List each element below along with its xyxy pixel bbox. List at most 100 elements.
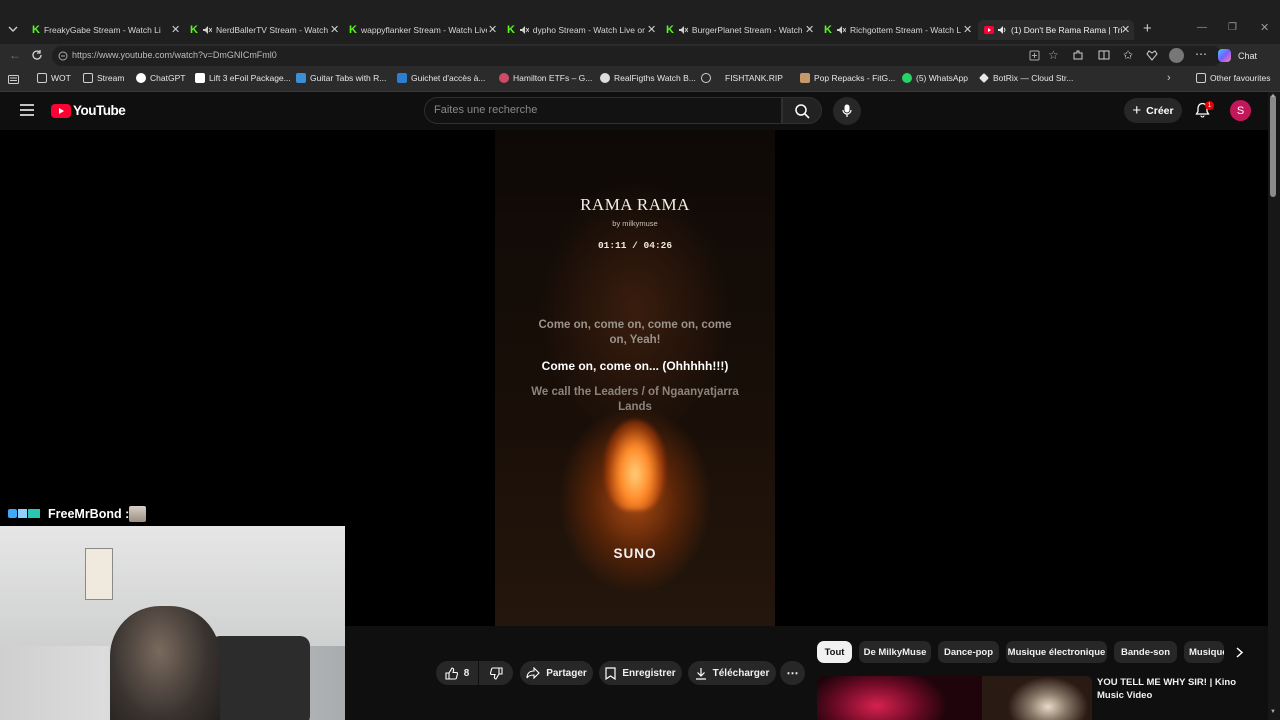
bookmark-item[interactable]: Lift 3 eFoil Package... bbox=[195, 73, 291, 83]
favorites-icon[interactable]: ✩ bbox=[1123, 48, 1133, 62]
extensions-icon[interactable] bbox=[1072, 49, 1084, 61]
muted-speaker-icon bbox=[519, 26, 529, 34]
collections-icon[interactable] bbox=[8, 75, 19, 84]
close-tab-icon[interactable]: ✕ bbox=[488, 23, 497, 36]
minimize-window-icon[interactable]: — bbox=[1197, 22, 1207, 33]
url-text[interactable]: https://www.youtube.com/watch?v=DmGNICmF… bbox=[72, 50, 277, 60]
search-icon bbox=[795, 104, 810, 119]
page-scrollbar-thumb[interactable] bbox=[1270, 95, 1276, 197]
share-button[interactable]: Partager bbox=[520, 661, 593, 685]
close-tab-icon[interactable]: ✕ bbox=[963, 23, 972, 36]
browser-tab[interactable]: K NerdBallerTV Stream - Watch bbox=[190, 20, 328, 40]
recommendation-thumbnail[interactable] bbox=[817, 676, 1092, 720]
song-title: RAMA RAMA bbox=[580, 195, 690, 214]
more-menu-icon[interactable]: ⋯ bbox=[1195, 47, 1207, 61]
kick-icon: K bbox=[349, 24, 357, 36]
suno-watermark: SUNO bbox=[613, 546, 657, 561]
thumbnail-figure bbox=[982, 676, 1092, 720]
campfire-image bbox=[605, 420, 665, 510]
bookmark-item[interactable]: ChatGPT bbox=[136, 73, 185, 83]
browser-essentials-icon[interactable] bbox=[1146, 49, 1158, 61]
chip-soundtrack[interactable]: Bande-son bbox=[1114, 641, 1177, 663]
tab-list-dropdown[interactable] bbox=[6, 22, 20, 36]
microphone-icon bbox=[842, 104, 852, 117]
lyric-next: We call the Leaders / of Ngaanyatjarra L… bbox=[531, 386, 739, 413]
close-window-icon[interactable]: ✕ bbox=[1260, 21, 1269, 34]
bookmark-item[interactable]: Pop Repacks - FitG... bbox=[800, 73, 895, 83]
reload-icon[interactable] bbox=[31, 49, 43, 61]
restore-window-icon[interactable]: ❐ bbox=[1228, 22, 1237, 33]
other-favourites-folder[interactable]: Other favourites bbox=[1196, 73, 1270, 83]
fitgirl-icon bbox=[800, 73, 810, 83]
hamburger-menu-icon[interactable] bbox=[20, 104, 34, 116]
chip-electronic-music[interactable]: Musique électronique bbox=[1006, 641, 1107, 663]
webcam-name-badge-icons bbox=[8, 509, 40, 518]
bookmark-item[interactable]: (5) WhatsApp bbox=[902, 73, 968, 83]
voice-search-button[interactable] bbox=[833, 97, 861, 125]
bookmark-item[interactable]: RealFigths Watch B... bbox=[600, 73, 696, 83]
create-button[interactable]: + Créer bbox=[1124, 98, 1182, 123]
chip-dance-pop[interactable]: Dance-pop bbox=[938, 641, 999, 663]
browser-tab[interactable]: K BurgerPlanet Stream - Watch bbox=[666, 20, 802, 40]
bookmark-item[interactable]: WOT bbox=[37, 73, 71, 83]
webcam-feed bbox=[0, 526, 345, 720]
save-button[interactable]: Enregistrer bbox=[599, 661, 682, 685]
search-input[interactable]: Faites une recherche bbox=[434, 104, 537, 116]
browser-tab[interactable]: K FreakyGabe Stream - Watch Li bbox=[32, 20, 172, 40]
browser-tab[interactable]: K wappyflanker Stream - Watch Live bbox=[349, 20, 487, 40]
close-tab-icon[interactable]: ✕ bbox=[647, 23, 656, 36]
profile-avatar-icon[interactable] bbox=[1169, 48, 1184, 63]
bookmark-item[interactable]: BotRix — Cloud Str... bbox=[979, 73, 1073, 83]
browser-tab[interactable]: K dypho Stream - Watch Live on bbox=[507, 20, 645, 40]
folder-icon bbox=[1196, 73, 1206, 83]
hamilton-icon bbox=[499, 73, 509, 83]
browser-tab-active[interactable]: (1) Don't Be Rama Rama | Tri bbox=[978, 20, 1134, 40]
site-info-icon[interactable] bbox=[58, 51, 68, 61]
star-bookmark-icon[interactable]: ☆ bbox=[1048, 48, 1059, 62]
copilot-icon[interactable] bbox=[1218, 49, 1231, 62]
app-available-icon[interactable] bbox=[1029, 50, 1040, 61]
kick-icon: K bbox=[507, 24, 515, 36]
copilot-chat-label[interactable]: Chat bbox=[1238, 51, 1257, 61]
muted-speaker-icon bbox=[678, 26, 688, 34]
webcam-username: FreeMrBond : bbox=[48, 507, 130, 521]
youtube-logo[interactable]: YouTube bbox=[51, 103, 126, 118]
badge-icon bbox=[28, 509, 40, 518]
realfights-icon bbox=[600, 73, 610, 83]
chips-next-button[interactable] bbox=[1228, 641, 1252, 663]
badge-icon bbox=[8, 509, 17, 518]
bookmark-item[interactable]: Stream bbox=[83, 73, 124, 83]
close-tab-icon[interactable]: ✕ bbox=[1121, 23, 1130, 36]
bookmark-item[interactable]: FISHTANK.RIP bbox=[701, 73, 783, 83]
recommendation-title[interactable]: YOU TELL ME WHY SIR! | Kino Music Video bbox=[1097, 676, 1259, 702]
more-bookmarks-chevron-icon[interactable]: › bbox=[1167, 72, 1171, 84]
chip-from-channel[interactable]: De MilkyMuse bbox=[859, 641, 931, 663]
scroll-down-arrow-icon[interactable]: ▼ bbox=[1270, 709, 1276, 715]
chevron-right-icon bbox=[1236, 647, 1244, 658]
browser-tab[interactable]: K Richgottem Stream - Watch L bbox=[824, 20, 962, 40]
account-avatar[interactable]: S bbox=[1230, 100, 1251, 121]
bookmark-save-icon bbox=[605, 666, 616, 680]
download-button[interactable]: Télécharger bbox=[688, 661, 776, 685]
chevron-down-icon bbox=[8, 26, 18, 32]
bookmark-item[interactable]: Hamilton ETFs – G... bbox=[499, 73, 592, 83]
close-tab-icon[interactable]: ✕ bbox=[171, 23, 180, 36]
webcam-wall-poster bbox=[85, 548, 113, 600]
chip-all[interactable]: Tout bbox=[817, 641, 852, 663]
search-button[interactable] bbox=[782, 97, 822, 124]
scroll-up-arrow-icon[interactable]: ▲ bbox=[1270, 93, 1276, 99]
guitar-tabs-icon bbox=[296, 73, 306, 83]
webcam-chair bbox=[210, 636, 310, 720]
split-screen-icon[interactable] bbox=[1098, 49, 1110, 61]
more-actions-button[interactable]: ⋯ bbox=[780, 661, 805, 685]
bookmark-item[interactable]: Guichet d'accès à... bbox=[397, 73, 485, 83]
lyric-previous: Come on, come on, come on, come on, Yeah… bbox=[538, 319, 732, 346]
back-arrow-icon[interactable]: ← bbox=[9, 48, 21, 62]
chip-music[interactable]: Musique bbox=[1184, 641, 1224, 663]
dislike-button[interactable] bbox=[479, 661, 513, 685]
like-button[interactable]: 8 bbox=[436, 661, 478, 685]
close-tab-icon[interactable]: ✕ bbox=[330, 23, 339, 36]
bookmark-item[interactable]: Guitar Tabs with R... bbox=[296, 73, 386, 83]
new-tab-icon[interactable]: + bbox=[1143, 20, 1152, 37]
close-tab-icon[interactable]: ✕ bbox=[805, 23, 814, 36]
